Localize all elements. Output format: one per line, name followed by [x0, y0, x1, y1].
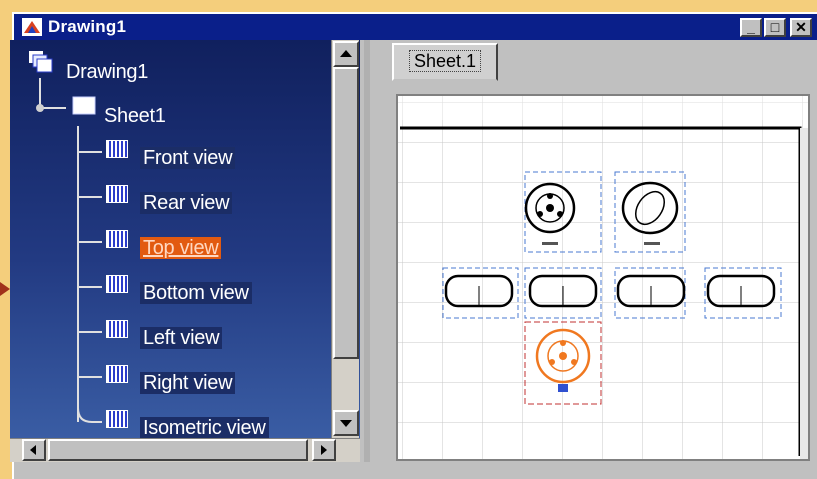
tree-node-label: Left view [140, 327, 223, 349]
view-icon [106, 275, 128, 293]
tree-node-label-selected: Top view [140, 237, 222, 259]
tree-node-label: Bottom view [140, 282, 252, 304]
specification-tree[interactable]: Drawing1 Sheet1 Front view Rear view Top… [10, 40, 360, 438]
scroll-down-button[interactable] [333, 410, 359, 436]
tree-node-left-view[interactable]: Left view [140, 326, 223, 350]
scroll-left-button[interactable] [22, 439, 46, 461]
tree-vertical-scrollbar[interactable] [331, 40, 359, 438]
tree-horizontal-scrollbar[interactable] [10, 438, 360, 462]
close-button[interactable]: ✕ [790, 18, 812, 37]
tree-node-label: Isometric view [140, 417, 269, 438]
tree-node-drawing1[interactable]: Drawing1 [66, 60, 148, 84]
sheet-icon [72, 96, 96, 115]
maximize-icon: □ [770, 19, 780, 35]
arrow-left-icon [30, 445, 36, 455]
tree-node-isometric-view[interactable]: Isometric view [140, 416, 269, 438]
tab-sheet-1[interactable]: Sheet.1 [392, 43, 498, 81]
tab-sheet-1-label: Sheet.1 [408, 50, 482, 72]
tree-node-label: Right view [140, 372, 236, 394]
view-icon [106, 140, 128, 158]
view-icon [106, 410, 128, 428]
drawing-canvas[interactable] [396, 94, 810, 461]
tree-node-right-view[interactable]: Right view [140, 371, 236, 395]
minimize-button[interactable]: _ [740, 18, 762, 37]
drawing-sheet [398, 96, 808, 459]
tree-node-label: Rear view [140, 192, 233, 214]
scroll-right-button[interactable] [312, 439, 336, 461]
catia-app-icon [22, 18, 42, 36]
tree-node-rear-view[interactable]: Rear view [140, 191, 233, 215]
view-icon [106, 320, 128, 338]
horizontal-scroll-thumb[interactable] [48, 439, 308, 461]
close-icon: ✕ [795, 19, 807, 35]
view-icon [106, 365, 128, 383]
minimize-icon: _ [747, 19, 755, 35]
scroll-thumb[interactable] [333, 67, 359, 359]
tree-node-sheet1[interactable]: Sheet1 [104, 104, 166, 128]
arrow-up-icon [340, 50, 352, 57]
title-bar[interactable]: Drawing1 _ □ ✕ [14, 14, 817, 40]
drawing-icon [29, 51, 53, 73]
window-title: Drawing1 [48, 17, 127, 36]
scroll-up-button[interactable] [333, 41, 359, 67]
maximize-button[interactable]: □ [764, 18, 786, 37]
view-icon [106, 185, 128, 203]
tree-node-bottom-view[interactable]: Bottom view [140, 281, 252, 305]
arrow-down-icon [340, 420, 352, 427]
arrow-right-icon [321, 445, 327, 455]
view-icon [106, 230, 128, 248]
tree-node-top-view[interactable]: Top view [140, 236, 222, 260]
tree-node-label: Front view [140, 147, 236, 169]
pane-splitter[interactable] [364, 40, 370, 462]
tree-node-front-view[interactable]: Front view [140, 146, 236, 170]
